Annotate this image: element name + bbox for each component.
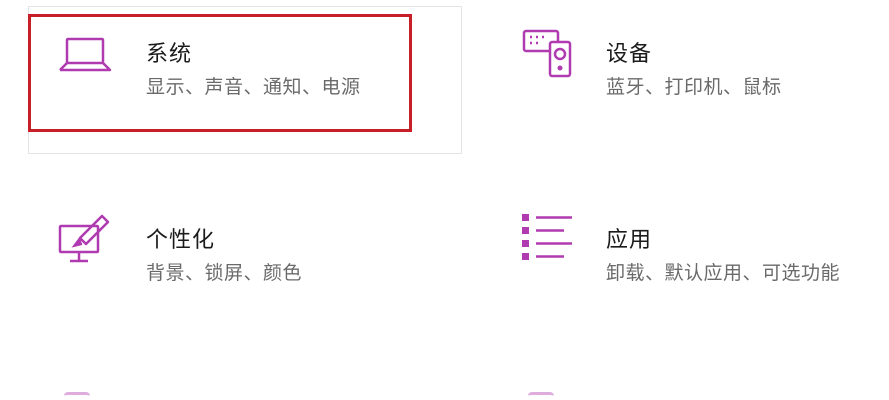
tile-devices-title: 设备 bbox=[606, 42, 653, 67]
settings-home: 系统 显示、声音、通知、电源 设备 蓝牙、打印机、鼠标 个性化 背景、锁屏、颜色 bbox=[0, 0, 889, 400]
tile-system-title: 系统 bbox=[146, 42, 193, 67]
next-tile-icon-partial bbox=[64, 392, 90, 400]
tile-system-subtitle: 显示、声音、通知、电源 bbox=[146, 76, 361, 98]
laptop-icon bbox=[59, 37, 112, 72]
personalization-icon bbox=[58, 214, 110, 263]
tile-devices-subtitle: 蓝牙、打印机、鼠标 bbox=[606, 76, 782, 98]
tile-apps-title: 应用 bbox=[606, 228, 653, 253]
tile-personalization-subtitle: 背景、锁屏、颜色 bbox=[146, 262, 303, 284]
next-tile-icon-partial bbox=[528, 392, 554, 400]
apps-list-icon bbox=[522, 214, 572, 260]
devices-icon bbox=[522, 29, 572, 78]
tile-personalization-title: 个性化 bbox=[146, 228, 216, 253]
tile-apps-subtitle: 卸载、默认应用、可选功能 bbox=[606, 262, 841, 284]
